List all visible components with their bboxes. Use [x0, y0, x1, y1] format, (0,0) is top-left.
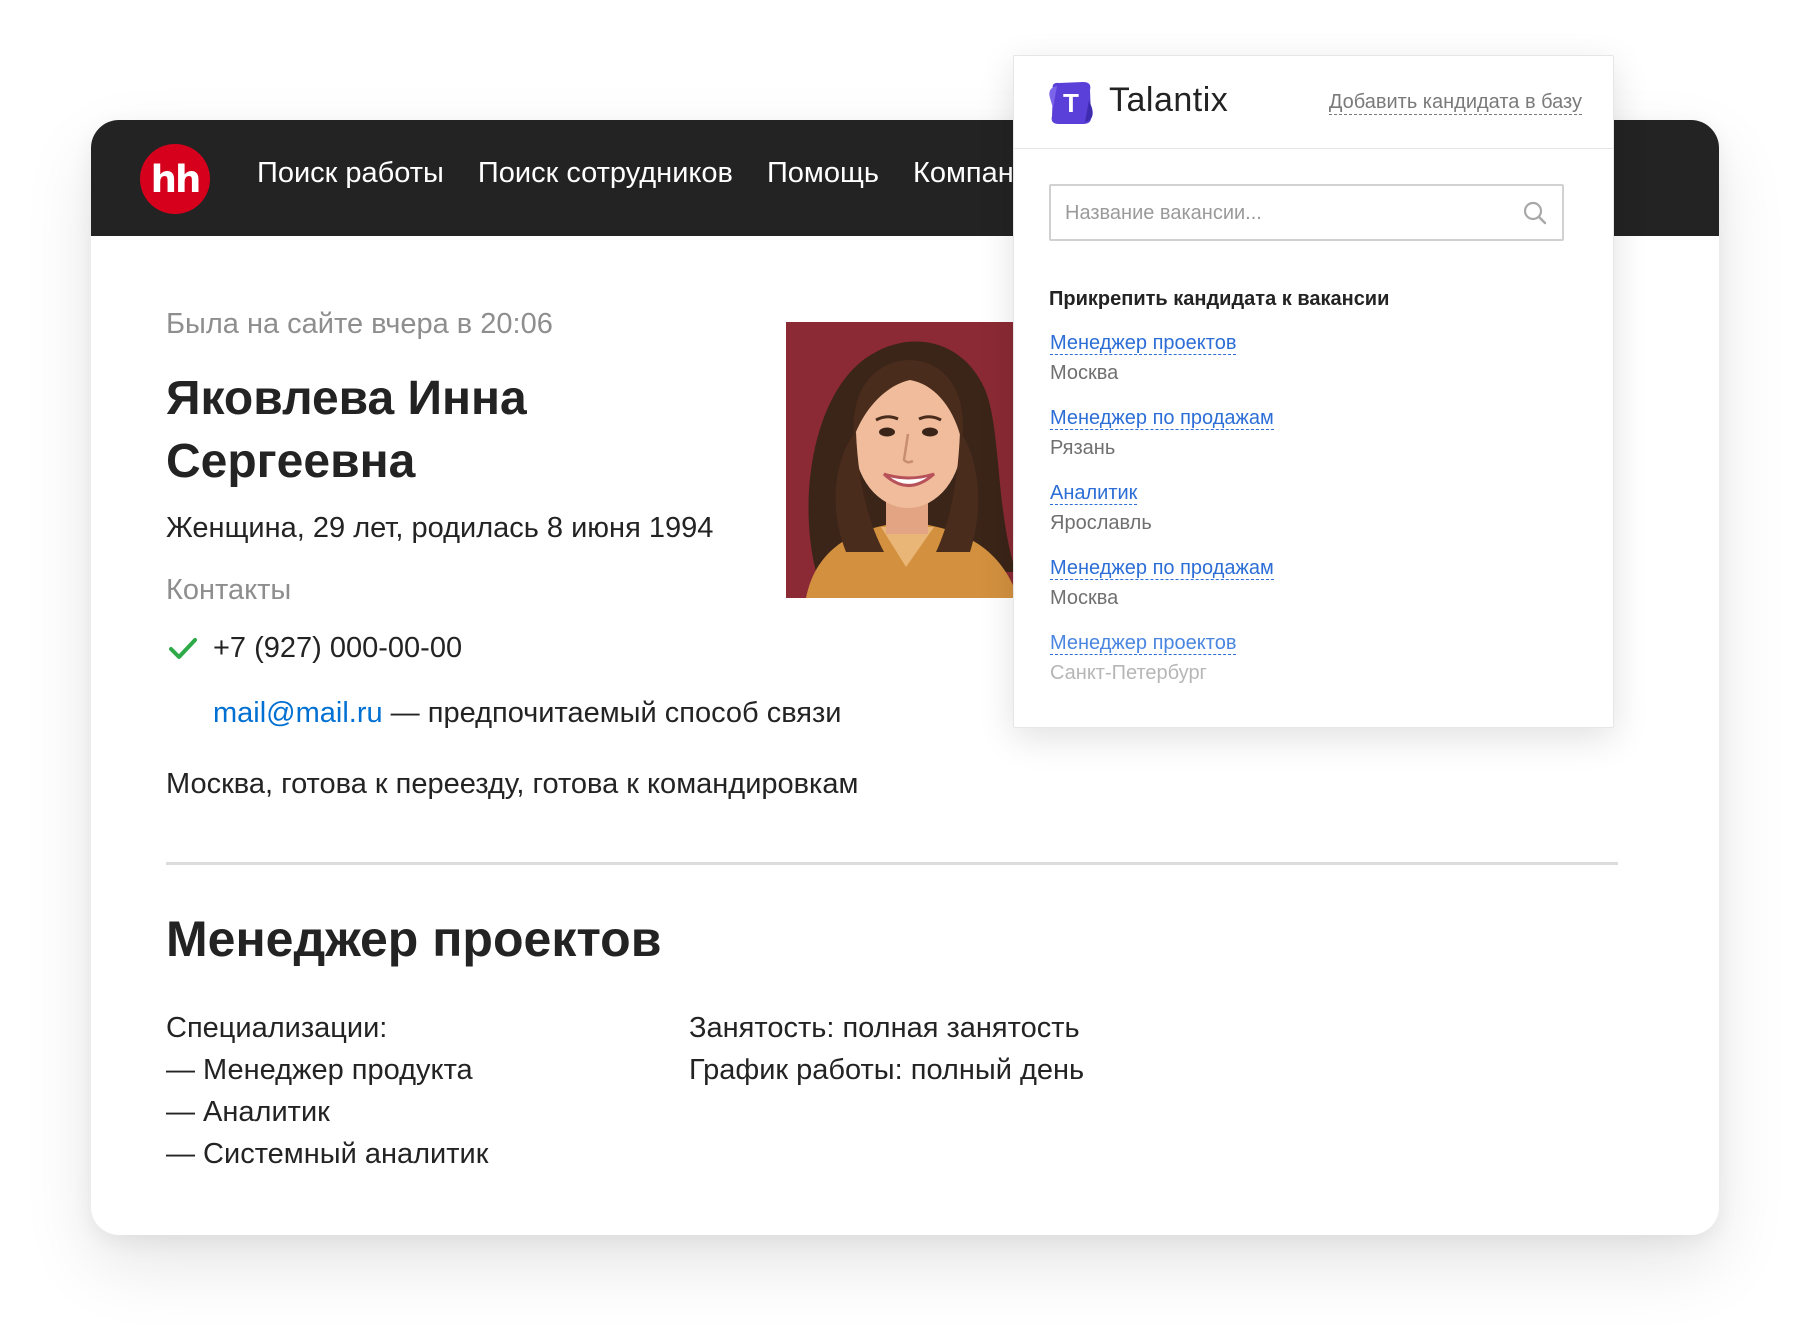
employment-block: Занятость: полная занятость График работ… [689, 1007, 1084, 1091]
talantix-brand-name: Talantix [1109, 81, 1229, 119]
candidate-location: Москва, готова к переезду, готова к кома… [166, 768, 859, 800]
vacancy-list-item: Менеджер проектов Москва [1050, 331, 1274, 406]
verified-check-icon [169, 638, 197, 659]
candidate-bio: Женщина, 29 лет, родилась 8 июня 1994 [166, 512, 714, 544]
talantix-extension-popup: T Talantix Добавить кандидата в базу При… [1013, 55, 1614, 728]
vacancy-link[interactable]: Менеджер по продажам [1050, 557, 1274, 580]
section-divider [166, 862, 1618, 865]
vacancy-city: Ярославль [1050, 512, 1152, 534]
nav-item-job-search[interactable]: Поиск работы [257, 157, 444, 190]
email-link[interactable]: mail@mail.ru [213, 697, 383, 729]
specialization-item: — Системный аналитик [166, 1138, 489, 1170]
vacancy-list: Менеджер проектов Москва Менеджер по про… [1050, 331, 1274, 706]
specialization-item: — Менеджер продукта [166, 1054, 473, 1086]
svg-text:T: T [1063, 88, 1079, 118]
vacancy-link[interactable]: Менеджер проектов [1050, 332, 1237, 355]
email-preference-note: — предпочитаемый способ связи [382, 697, 842, 729]
work-schedule: График работы: полный день [689, 1054, 1085, 1086]
vacancy-city: Москва [1050, 362, 1119, 384]
attach-to-vacancy-title: Прикрепить кандидата к вакансии [1049, 288, 1390, 310]
add-candidate-link[interactable]: Добавить кандидата в базу [1328, 90, 1582, 115]
vacancy-list-item: Менеджер проектов Санкт-Петербург [1050, 631, 1274, 706]
specializations-block: Специализации: — Менеджер продукта — Ана… [166, 1007, 488, 1175]
vacancy-list-item: Менеджер по продажам Рязань [1050, 406, 1274, 481]
portrait-illustration [786, 322, 1026, 598]
vacancy-search-input[interactable] [1065, 198, 1495, 228]
vacancy-city: Москва [1050, 587, 1119, 609]
desired-position-title: Менеджер проектов [166, 911, 662, 967]
last-seen-status: Была на сайте вчера в 20:06 [166, 308, 553, 340]
employment-type: Занятость: полная занятость [689, 1012, 1080, 1044]
vacancy-list-item: Аналитик Ярославль [1050, 481, 1274, 556]
phone-number[interactable]: +7 (927) 000-00-00 [213, 632, 462, 665]
specializations-label: Специализации: [166, 1012, 388, 1044]
candidate-photo [786, 322, 1026, 598]
specialization-item: — Аналитик [166, 1096, 330, 1128]
search-icon[interactable] [1522, 200, 1548, 226]
talantix-logo-icon: T [1049, 82, 1093, 124]
vacancy-link[interactable]: Аналитик [1050, 482, 1138, 505]
email-row: mail@mail.ru — предпочитаемый способ свя… [213, 697, 841, 730]
candidate-name: Яковлева Инна Сергеевна [166, 372, 527, 488]
vacancy-city: Санкт-Петербург [1050, 662, 1207, 684]
vacancy-link[interactable]: Менеджер по продажам [1050, 407, 1274, 430]
nav-item-help[interactable]: Помощь [767, 157, 879, 190]
talantix-header: T Talantix Добавить кандидата в базу [1014, 56, 1613, 149]
vacancy-city: Рязань [1050, 437, 1116, 459]
contacts-label: Контакты [166, 574, 292, 606]
vacancy-link[interactable]: Менеджер проектов [1050, 632, 1237, 655]
vacancy-list-item: Менеджер по продажам Москва [1050, 556, 1274, 631]
nav-item-employee-search[interactable]: Поиск сотрудников [478, 157, 733, 190]
hh-logo[interactable]: hh [140, 144, 210, 214]
main-nav: Поиск работы Поиск сотрудников Помощь Ко… [257, 157, 1080, 190]
vacancy-search-box [1049, 184, 1564, 241]
phone-row: +7 (927) 000-00-00 [166, 631, 462, 665]
